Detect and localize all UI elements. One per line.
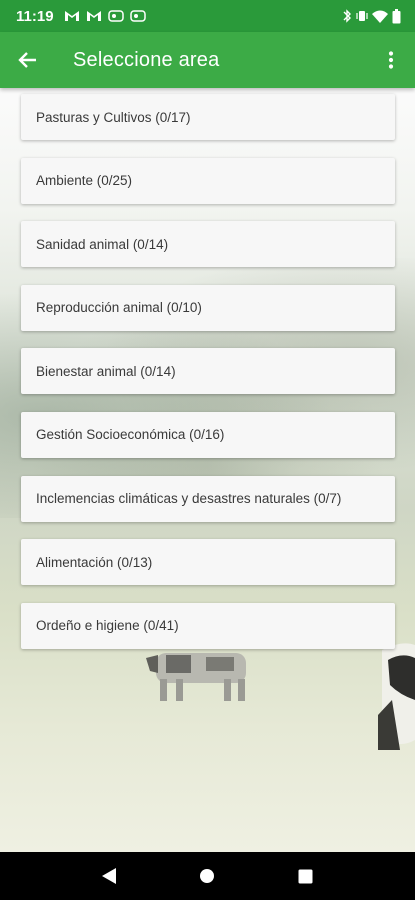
app-notification-icon [107,10,124,22]
area-item-pasturas-cultivos[interactable]: Pasturas y Cultivos (0/17) [21,94,395,140]
status-time: 11:19 [16,7,54,25]
back-triangle-icon [102,868,117,884]
more-vert-icon [388,51,394,69]
overflow-menu-button[interactable] [367,32,415,88]
nav-back-button[interactable] [89,856,129,896]
status-bar: 11:19 [0,0,415,32]
battery-icon [392,8,401,24]
home-circle-icon [200,869,215,883]
area-item-inclemencias-climaticas[interactable]: Inclemencias climáticas y desastres natu… [21,475,395,522]
page-title: Seleccione area [73,48,220,71]
system-nav-bar [0,852,415,900]
area-item-alimentacion[interactable]: Alimentación (0/13) [21,539,395,586]
area-item-bienestar-animal[interactable]: Bienestar animal (0/14) [21,348,395,395]
app-bar: Seleccione area [0,32,415,88]
area-list: Pasturas y Cultivos (0/17) Ambiente (0/2… [21,94,395,666]
gmail-icon [64,10,80,22]
area-item-ordeno-higiene[interactable]: Ordeño e higiene (0/41) [21,602,395,649]
back-button[interactable] [0,32,56,88]
area-item-gestion-socioeconomica[interactable]: Gestión Socioeconómica (0/16) [21,411,395,458]
area-item-reproduccion-animal[interactable]: Reproducción animal (0/10) [21,284,395,331]
vibrate-icon [356,9,368,23]
area-item-ambiente[interactable]: Ambiente (0/25) [21,157,395,204]
system-icons [342,8,401,24]
recents-square-icon [298,869,313,883]
arrow-back-icon [18,52,36,68]
app-notification-icon [129,10,146,22]
gmail-icon [86,10,102,22]
notification-icons [64,10,146,22]
wifi-icon [372,10,388,23]
content-area: Pasturas y Cultivos (0/17) Ambiente (0/2… [0,88,415,852]
bluetooth-icon [342,9,352,23]
nav-recents-button[interactable] [286,856,326,896]
nav-home-button[interactable] [187,856,227,896]
area-item-sanidad-animal[interactable]: Sanidad animal (0/14) [21,221,395,268]
